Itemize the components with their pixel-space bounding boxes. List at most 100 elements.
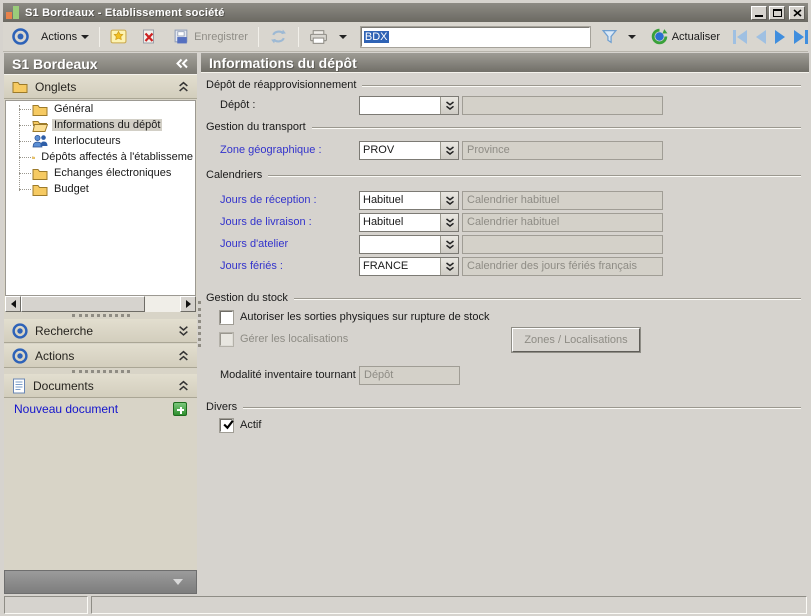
close-button[interactable] [789,5,805,20]
depot-combobox[interactable] [359,96,459,115]
actions-section-header[interactable]: Actions [4,344,197,368]
recherche-section-header[interactable]: Recherche [4,319,197,343]
nav-first-icon [733,29,736,44]
status-panel-main [91,596,807,614]
tree-item-budget[interactable]: Budget [6,181,195,197]
horizontal-scrollbar[interactable] [5,296,196,312]
main-toolbar: Actions Enregistrer BDX Actualiser [3,22,808,52]
feries-combobox[interactable]: FRANCE [359,257,459,276]
livraison-label[interactable]: Jours de livraison : [220,213,356,232]
filter-options-button[interactable] [624,33,640,41]
sync-button[interactable] [265,26,292,47]
scrollbar-thumb[interactable] [21,296,145,312]
collapse-sidebar-button[interactable] [175,58,189,69]
folder-icon [32,104,48,116]
toolbar-separator [257,26,259,47]
nav-first-button[interactable] [733,29,747,44]
actif-checkbox[interactable] [219,418,234,433]
filter-funnel-icon [601,30,617,44]
localisations-checkbox-label: Gérer les localisations [240,333,349,345]
selected-text: BDX [363,30,389,43]
record-code-input[interactable]: BDX [359,25,591,48]
nav-next-button[interactable] [775,29,785,44]
window-title: S1 Bordeaux - Etablissement société [25,6,225,19]
splitter-grip[interactable] [71,314,130,317]
app-window: S1 Bordeaux - Etablissement société Acti… [0,0,811,616]
atelier-label[interactable]: Jours d'atelier [220,235,356,254]
tree-item-depots-affectes[interactable]: Dépôts affectés à l'établisseme [6,149,195,165]
actions-menu-button[interactable]: Actions [37,29,93,45]
reception-combobox[interactable]: Habituel [359,191,459,210]
print-options-button[interactable] [335,33,351,41]
group-divers: Divers [206,401,801,413]
modalite-label: Modalité inventaire tournant : [220,369,362,381]
add-document-button[interactable] [173,402,187,416]
print-button[interactable] [305,27,332,47]
delete-record-button[interactable] [137,26,161,47]
actif-checkbox-label: Actif [240,419,262,431]
nav-last-button[interactable] [794,29,808,44]
field-row-livraison: Jours de livraison : Habituel Calendrier… [201,213,809,232]
double-chevron-up-icon [178,350,189,361]
filter-button[interactable] [597,27,622,46]
double-chevron-down-icon [445,240,454,249]
refresh-button[interactable]: Actualiser [647,26,724,47]
combo-dropdown-button[interactable] [440,236,458,253]
zone-label[interactable]: Zone géographique : [220,141,356,160]
new-record-button[interactable] [106,26,131,47]
combo-dropdown-button[interactable] [440,142,458,159]
field-row-zone: Zone géographique : PROV Province [201,141,809,160]
bullseye-icon [8,26,33,47]
tree-item-echanges-electroniques[interactable]: Echanges électroniques [6,165,195,181]
pane-selector-bar[interactable] [4,570,197,594]
combo-dropdown-button[interactable] [440,192,458,209]
refresh-arrows-icon [270,29,286,44]
tree-item-general[interactable]: Général [6,101,195,117]
toolbar-separator [99,26,101,47]
double-chevron-up-icon [178,380,189,391]
new-note-icon [110,29,127,44]
group-calendriers: Calendriers [206,169,801,181]
new-document-row: Nouveau document [4,400,197,418]
zone-combobox[interactable]: PROV [359,141,459,160]
atelier-description-field [462,235,663,254]
onglets-section-header[interactable]: Onglets [4,75,197,99]
actualiser-icon [651,28,668,45]
save-button[interactable]: Enregistrer [169,26,252,47]
atelier-combobox[interactable] [359,235,459,254]
documents-section-header[interactable]: Documents [4,374,197,398]
maximize-icon [772,8,782,17]
double-chevron-down-icon [445,262,454,271]
combo-dropdown-button[interactable] [440,97,458,114]
tabs-tree: Général Informations du dépôt Interlocut… [5,100,196,296]
zone-description-field: Province [462,141,663,160]
splitter-grip[interactable] [71,370,130,373]
livraison-combobox[interactable]: Habituel [359,213,459,232]
toolbar-separator [297,26,299,47]
chevron-down-icon [627,34,636,39]
chevron-down-icon [338,34,347,39]
localisations-checkbox [219,332,234,347]
scroll-left-button[interactable] [5,296,21,312]
field-row-feries: Jours fériés : FRANCE Calendrier des jou… [201,257,809,276]
rupture-checkbox[interactable] [219,310,234,325]
sidebar-header: S1 Bordeaux [4,53,197,75]
chevron-down-icon [81,34,90,39]
field-row-depot: Dépôt : [201,96,809,115]
field-row-atelier: Jours d'atelier [201,235,809,254]
maximize-button[interactable] [769,5,785,20]
combo-dropdown-button[interactable] [440,258,458,275]
tree-item-interlocuteurs[interactable]: Interlocuteurs [6,133,195,149]
nav-previous-button[interactable] [756,29,766,44]
feries-label[interactable]: Jours fériés : [220,257,356,276]
new-document-link[interactable]: Nouveau document [14,402,173,416]
document-icon [13,378,25,393]
triangle-right-icon [185,300,191,308]
sidebar-title: S1 Bordeaux [12,55,98,72]
tree-item-informations-du-depot[interactable]: Informations du dépôt [6,117,195,133]
reception-label[interactable]: Jours de réception : [220,191,356,210]
double-chevron-up-icon [178,81,189,92]
minimize-button[interactable] [751,5,767,20]
combo-dropdown-button[interactable] [440,214,458,231]
scroll-right-button[interactable] [180,296,196,312]
